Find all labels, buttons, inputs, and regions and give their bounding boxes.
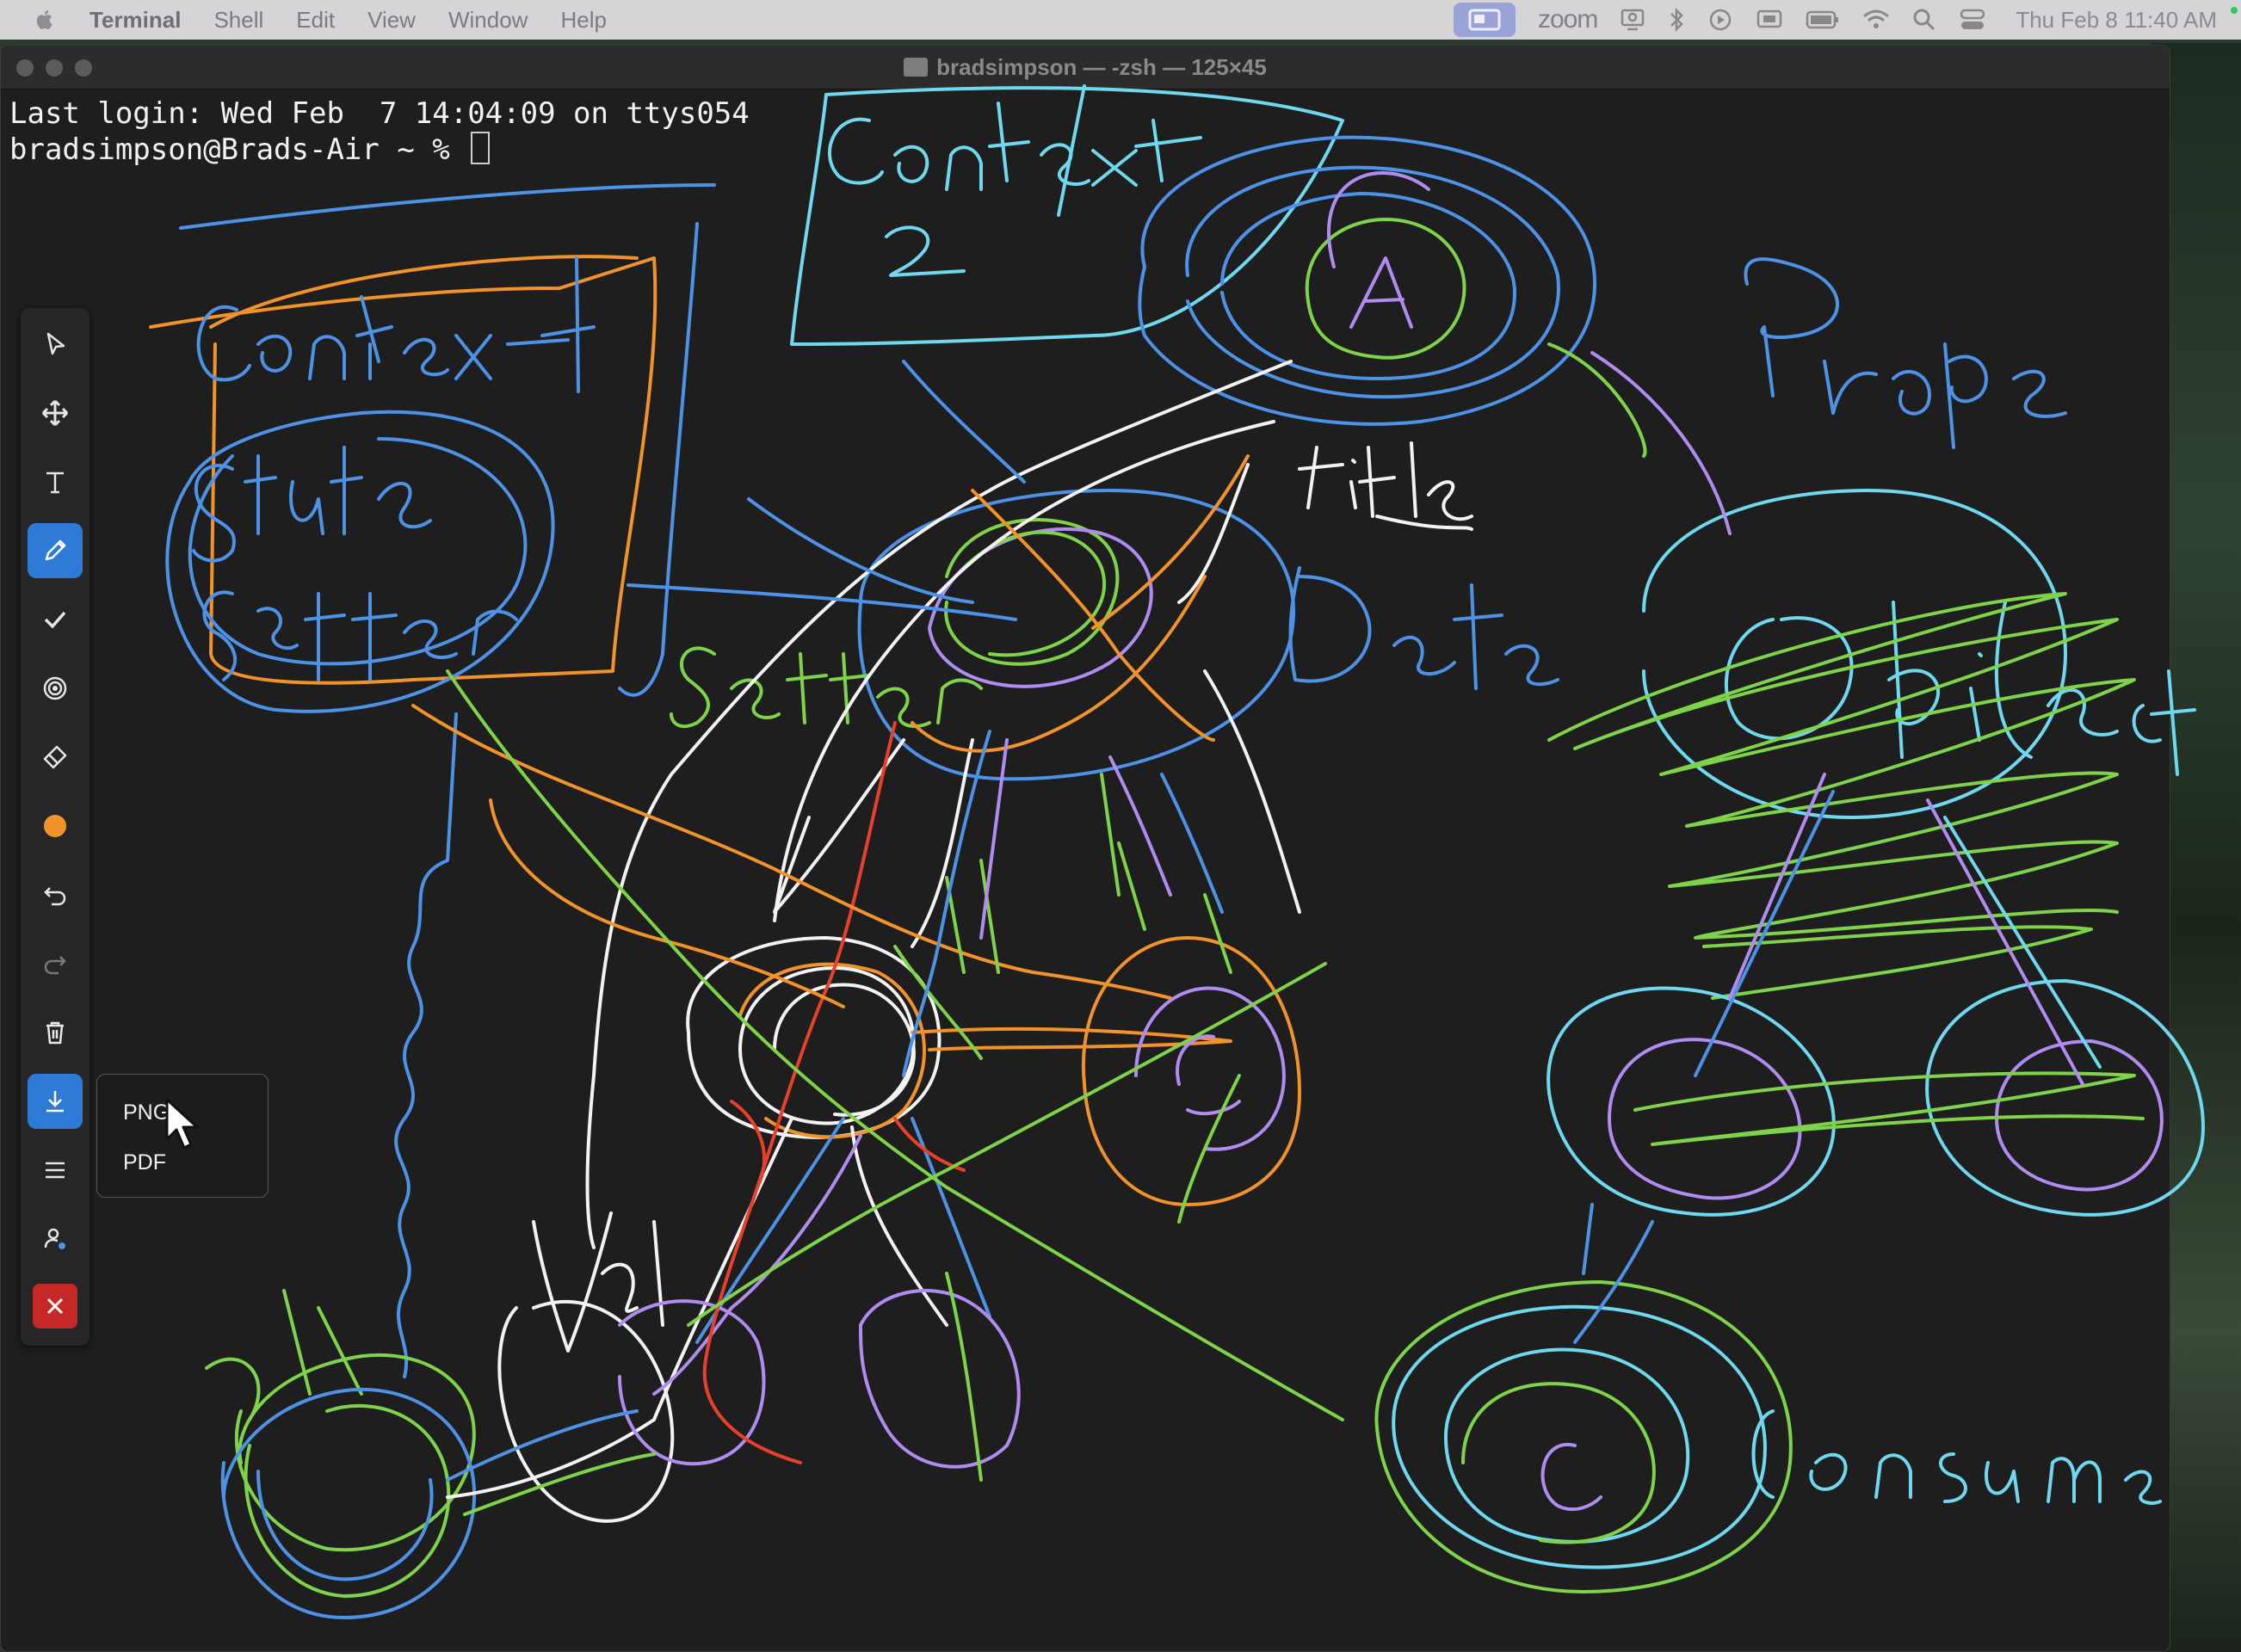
stroke (1138, 135, 1597, 426)
annotation-text-setter (670, 646, 983, 729)
close-icon (46, 1298, 64, 1315)
undo-icon (44, 887, 66, 906)
annotation-text-consume (1751, 1409, 2162, 1505)
stroke (686, 936, 941, 1139)
select-tool-button[interactable] (28, 317, 83, 372)
stroke (790, 86, 1344, 346)
annotation-text-context2 (828, 102, 1202, 277)
stamp-tool-button[interactable] (28, 592, 83, 647)
annotation-toolbar (21, 308, 90, 1346)
stroke (618, 1299, 766, 1466)
stroke (1943, 816, 2102, 1069)
draw-tool-button[interactable] (28, 523, 83, 578)
stroke (1100, 773, 1120, 897)
stroke (1057, 84, 1086, 217)
stroke (1176, 1034, 1241, 1116)
stroke (394, 712, 458, 1378)
spotlight-tool-button[interactable] (28, 661, 83, 716)
stroke (911, 575, 1207, 753)
annotation-text-a (1349, 256, 1413, 329)
stroke (1925, 979, 2205, 1217)
annotation-text-state (192, 446, 432, 563)
stroke (1392, 1304, 1767, 1569)
stroke (979, 738, 1009, 940)
annotation-canvas[interactable] (0, 0, 2241, 1652)
stroke (618, 222, 699, 697)
stroke (446, 1418, 656, 1499)
eraser-tool-button[interactable] (28, 730, 83, 785)
stroke (747, 497, 974, 604)
stroke (911, 738, 974, 948)
stroke (1461, 1382, 1656, 1544)
move-tool-button[interactable] (28, 385, 83, 441)
text-tool-button[interactable] (28, 454, 83, 509)
eraser-icon (43, 745, 67, 769)
close-annotation-button[interactable] (33, 1284, 77, 1328)
stroke (902, 730, 991, 1077)
annotation-text-props (1744, 257, 2067, 449)
stroke (179, 183, 716, 230)
stroke (1582, 1203, 1594, 1275)
stroke (209, 255, 639, 329)
stroke (652, 1134, 862, 1396)
stroke (149, 256, 657, 685)
stroke (857, 489, 1296, 781)
spotlight-icon (43, 676, 67, 700)
text-t-icon (46, 472, 64, 494)
stroke (256, 1470, 434, 1581)
pencil-icon (45, 539, 66, 561)
undo-button[interactable] (28, 867, 83, 922)
clear-button[interactable] (28, 1005, 83, 1060)
stroke (944, 518, 1120, 666)
stroke (687, 962, 1327, 1327)
request-annotation-button[interactable] (28, 1211, 83, 1267)
user-icon (44, 1228, 65, 1249)
stroke (165, 410, 555, 713)
stroke (585, 360, 1293, 1249)
checkmark-icon (44, 611, 66, 629)
stroke (730, 1100, 766, 1189)
annotation-text-val (532, 1211, 664, 1353)
stroke (497, 1300, 675, 1523)
more-options-button[interactable] (28, 1143, 83, 1198)
stroke (702, 721, 897, 1464)
stroke (1633, 1071, 2145, 1146)
save-pdf-option[interactable]: PDF (123, 1150, 166, 1175)
redo-icon (44, 956, 66, 975)
stroke (1177, 463, 1250, 604)
annotation-text-store (205, 1289, 476, 1552)
stroke (1134, 986, 1286, 1151)
stroke (1081, 936, 1301, 1206)
stroke (1108, 755, 1172, 897)
stroke (1091, 454, 1250, 630)
hamburger-menu-icon (46, 1162, 65, 1179)
trash-icon (46, 1021, 64, 1045)
download-icon (46, 1091, 64, 1113)
move-arrows-icon (41, 399, 69, 427)
stroke (244, 1403, 451, 1598)
annotation-text-object (1725, 601, 2196, 776)
annotation-text-context (196, 256, 596, 393)
color-dot-icon (44, 815, 66, 837)
stroke (1608, 1038, 1802, 1200)
stroke (1590, 351, 1732, 535)
stroke (446, 669, 1344, 1421)
stroke (411, 704, 1172, 1000)
color-picker-button[interactable] (28, 798, 83, 854)
mouse-pointer-icon (165, 1098, 199, 1150)
stroke (1547, 592, 2136, 940)
annotation-text-c (1540, 1442, 1602, 1512)
annotation-text-title (1298, 441, 1473, 521)
save-button[interactable] (28, 1074, 83, 1129)
stroke (1203, 669, 1301, 914)
redo-button[interactable] (28, 936, 83, 991)
annotation-text-data (1288, 566, 1559, 690)
cursor-arrow-icon (46, 332, 65, 355)
stroke (902, 360, 1026, 484)
